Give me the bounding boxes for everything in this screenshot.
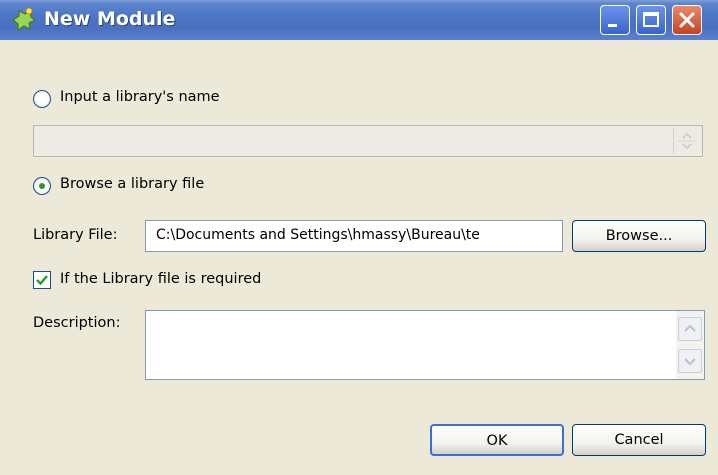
- browse-button[interactable]: Browse...: [572, 220, 706, 252]
- dialog-body: Input a library's name Browse a library …: [0, 40, 718, 475]
- radio-selected-dot: [39, 183, 45, 189]
- title-bar[interactable]: New Module: [0, 0, 718, 40]
- input-name-radio-label[interactable]: Input a library's name: [60, 89, 220, 105]
- required-checkbox-label[interactable]: If the Library file is required: [60, 271, 261, 287]
- close-button[interactable]: [672, 5, 702, 35]
- cancel-button[interactable]: Cancel: [572, 424, 706, 456]
- browse-file-radio[interactable]: [33, 177, 51, 195]
- library-name-input[interactable]: [33, 125, 703, 157]
- input-name-radio[interactable]: [33, 90, 51, 108]
- window-title: New Module: [44, 8, 176, 30]
- library-name-spinner[interactable]: [673, 128, 700, 154]
- close-icon: [679, 12, 695, 28]
- puzzle-icon: [11, 7, 36, 32]
- chevron-up-icon: [684, 324, 696, 332]
- maximize-icon: [643, 12, 659, 27]
- description-scrollbar[interactable]: [676, 311, 704, 379]
- spinner-arrows-icon: [678, 132, 696, 150]
- minimize-button[interactable]: [600, 5, 630, 35]
- library-file-input[interactable]: C:\Documents and Settings\hmassy\Bureau\…: [145, 220, 563, 252]
- ok-button[interactable]: OK: [430, 424, 564, 456]
- new-module-dialog: New Module Input a library's name Browse…: [0, 0, 718, 475]
- required-checkbox[interactable]: [33, 271, 51, 289]
- description-textarea[interactable]: [145, 310, 705, 380]
- description-label: Description:: [33, 315, 121, 331]
- scroll-up-button[interactable]: [678, 317, 702, 341]
- checkmark-icon: [36, 275, 48, 286]
- maximize-button[interactable]: [636, 5, 666, 35]
- browse-file-radio-label[interactable]: Browse a library file: [60, 176, 204, 192]
- library-file-label: Library File:: [33, 227, 118, 243]
- chevron-down-icon: [684, 358, 696, 366]
- minimize-icon: [608, 24, 617, 27]
- scroll-down-button[interactable]: [678, 349, 702, 373]
